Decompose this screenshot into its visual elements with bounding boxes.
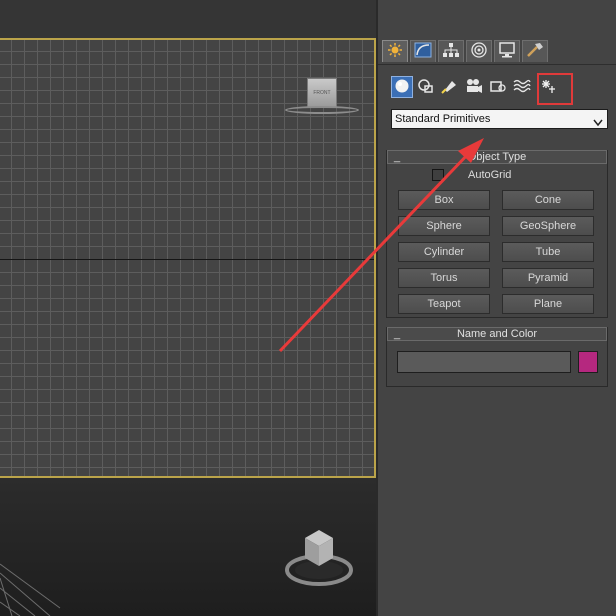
tab-motion[interactable] xyxy=(466,40,492,62)
primitive-button-cone[interactable]: Cone xyxy=(502,190,594,210)
world-axis-line xyxy=(0,259,374,260)
chevron-down-icon xyxy=(593,115,603,127)
cameras-icon xyxy=(465,78,483,97)
category-dropdown-value: Standard Primitives xyxy=(395,113,491,125)
primitive-button-torus[interactable]: Torus xyxy=(398,268,490,288)
primitive-button-box[interactable]: Box xyxy=(398,190,490,210)
tab-modify[interactable] xyxy=(410,40,436,62)
autogrid-checkbox-row[interactable]: AutoGrid xyxy=(432,168,511,182)
helpers-icon xyxy=(489,78,507,97)
tab-utilities[interactable] xyxy=(522,40,548,62)
tab-create[interactable] xyxy=(382,40,408,62)
category-space-warps[interactable] xyxy=(511,76,533,98)
name-and-color-title: Name and Color xyxy=(456,328,538,340)
primitive-button-plane[interactable]: Plane xyxy=(502,294,594,314)
rollout-collapse-toggle[interactable]: _ xyxy=(394,328,400,340)
create-sun-icon xyxy=(387,42,403,61)
primitive-button-teapot[interactable]: Teapot xyxy=(398,294,490,314)
category-helpers[interactable] xyxy=(487,76,509,98)
create-category-bar xyxy=(388,74,608,100)
object-color-swatch[interactable] xyxy=(578,351,598,373)
category-shapes[interactable] xyxy=(415,76,437,98)
motion-icon xyxy=(470,42,488,61)
display-monitor-icon xyxy=(498,42,516,61)
utilities-hammer-icon xyxy=(526,42,544,61)
modify-curve-icon xyxy=(414,42,432,61)
top-viewport[interactable]: FRONT xyxy=(0,38,376,478)
autogrid-label: AutoGrid xyxy=(468,169,512,181)
tab-hierarchy[interactable] xyxy=(438,40,464,62)
viewcube-face[interactable]: FRONT xyxy=(307,78,337,108)
autogrid-checkbox[interactable] xyxy=(432,169,444,181)
rollout-collapse-toggle[interactable]: _ xyxy=(394,151,400,163)
object-type-title: Object Type xyxy=(467,151,527,163)
command-panel-tabs xyxy=(378,38,616,65)
object-type-rollout-header[interactable]: _ Object Type xyxy=(387,150,607,164)
object-name-field[interactable] xyxy=(397,351,571,373)
category-dropdown[interactable]: Standard Primitives xyxy=(391,109,608,129)
primitive-button-sphere[interactable]: Sphere xyxy=(398,216,490,236)
category-lights[interactable] xyxy=(439,76,461,98)
viewcube-perspective[interactable] xyxy=(283,518,363,588)
shapes-icon xyxy=(417,78,435,97)
viewcube-top[interactable]: FRONT xyxy=(283,76,367,124)
category-geometry[interactable] xyxy=(391,76,413,98)
category-cameras[interactable] xyxy=(463,76,485,98)
viewcube-ring[interactable] xyxy=(285,106,359,114)
hierarchy-icon xyxy=(442,42,460,61)
primitive-button-tube[interactable]: Tube xyxy=(502,242,594,262)
space-warps-icon xyxy=(513,78,531,97)
lights-icon xyxy=(441,78,459,97)
name-and-color-rollout-header[interactable]: _ Name and Color xyxy=(387,327,607,341)
primitive-button-cylinder[interactable]: Cylinder xyxy=(398,242,490,262)
viewport-top-strip xyxy=(0,0,376,38)
geometry-sphere-icon xyxy=(394,78,410,97)
primitive-button-pyramid[interactable]: Pyramid xyxy=(502,268,594,288)
tab-display[interactable] xyxy=(494,40,520,62)
annotation-highlight-box xyxy=(537,73,573,105)
perspective-viewport[interactable] xyxy=(0,478,376,616)
primitive-button-geosphere[interactable]: GeoSphere xyxy=(502,216,594,236)
